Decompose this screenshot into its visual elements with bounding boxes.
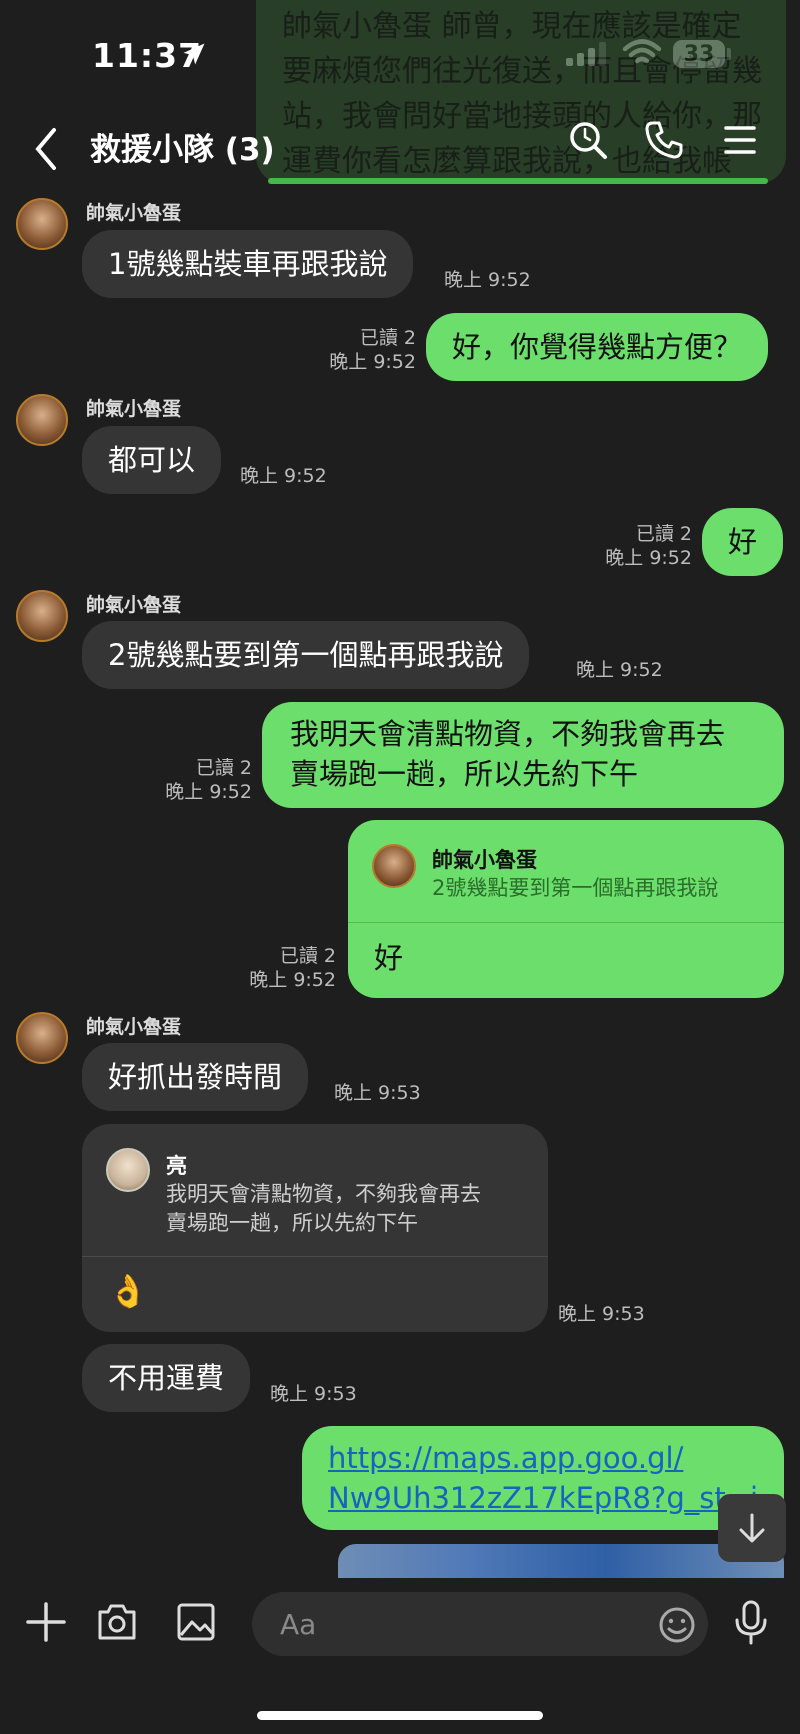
message-line: 我明天會清點物資，不夠我會再去 bbox=[290, 717, 726, 751]
message-bubble[interactable]: 好，你覺得幾點方便？ bbox=[426, 313, 769, 381]
quote-divider bbox=[348, 922, 784, 923]
read-receipt: 已讀 2 bbox=[635, 523, 692, 545]
chat-title[interactable]: 救援小隊 (3) bbox=[90, 124, 275, 169]
arrow-down-icon bbox=[739, 1513, 765, 1543]
message-time: 晚上 9:52 bbox=[576, 659, 663, 681]
chevron-left-icon[interactable] bbox=[32, 124, 62, 174]
phone-icon[interactable] bbox=[644, 120, 684, 160]
search-icon[interactable] bbox=[568, 120, 608, 160]
chat-header: 救援小隊 (3) bbox=[0, 110, 800, 194]
message-bubble[interactable]: 1號幾點裝車再跟我說 bbox=[82, 230, 414, 298]
message-time: 晚上 9:53 bbox=[334, 1082, 421, 1104]
sender-name: 帥氣小魯蛋 bbox=[86, 398, 182, 420]
emoji-ok-hand: 👌 bbox=[108, 1272, 148, 1310]
quoted-avatar bbox=[372, 844, 416, 888]
message-time: 晚上 9:52 bbox=[165, 781, 252, 803]
emoji-icon[interactable] bbox=[658, 1606, 696, 1644]
reply-message-card[interactable]: 亮 我明天會清點物資，不夠我會再去 賣場跑一趟，所以先約下午 👌 bbox=[82, 1124, 548, 1332]
quoted-sender: 帥氣小魯蛋 bbox=[432, 848, 537, 872]
message-time: 晚上 9:52 bbox=[240, 465, 327, 487]
quote-divider bbox=[82, 1256, 548, 1257]
message-time: 晚上 9:53 bbox=[558, 1303, 645, 1325]
message-time: 晚上 9:52 bbox=[249, 969, 336, 991]
location-arrow-icon bbox=[183, 43, 205, 65]
read-receipt: 已讀 2 bbox=[359, 327, 416, 349]
camera-icon[interactable] bbox=[96, 1602, 138, 1642]
avatar[interactable] bbox=[16, 198, 68, 250]
link-message-bubble[interactable]: https://maps.app.goo.gl/ Nw9Uh312zZ17kEp… bbox=[302, 1426, 784, 1530]
quoted-sender: 亮 bbox=[166, 1154, 187, 1178]
message-line: 賣場跑一趟，所以先約下午 bbox=[290, 757, 639, 791]
avatar[interactable] bbox=[16, 1012, 68, 1064]
read-receipt: 已讀 2 bbox=[195, 757, 252, 779]
sender-name: 帥氣小魯蛋 bbox=[86, 202, 182, 224]
plus-icon[interactable] bbox=[26, 1602, 66, 1642]
message-bubble[interactable]: 不用運費 bbox=[82, 1344, 251, 1412]
avatar[interactable] bbox=[16, 590, 68, 642]
sender-name: 帥氣小魯蛋 bbox=[86, 1016, 182, 1038]
message-time: 晚上 9:52 bbox=[329, 351, 416, 373]
message-link[interactable]: Nw9Uh312zZ17kEpR8?g_st=i bbox=[328, 1478, 758, 1518]
scroll-to-bottom-button[interactable] bbox=[718, 1494, 786, 1562]
avatar[interactable] bbox=[16, 394, 68, 446]
message-bubble[interactable]: 都可以 bbox=[82, 426, 222, 494]
reply-message-card[interactable]: 帥氣小魯蛋 2號幾點要到第一個點再跟我說 好 bbox=[348, 820, 784, 998]
quoted-text: 2號幾點要到第一個點再跟我說 bbox=[432, 876, 719, 900]
message-bubble[interactable]: 好抓出發時間 bbox=[82, 1043, 309, 1111]
message-link[interactable]: https://maps.app.goo.gl/ bbox=[328, 1438, 758, 1478]
menu-icon[interactable] bbox=[724, 124, 756, 156]
message-bubble[interactable]: 好 bbox=[702, 508, 784, 576]
sender-name: 帥氣小魯蛋 bbox=[86, 594, 182, 616]
quoted-text: 我明天會清點物資，不夠我會再去 bbox=[166, 1182, 481, 1206]
home-indicator bbox=[257, 1711, 543, 1720]
message-time: 晚上 9:52 bbox=[444, 269, 531, 291]
mic-icon[interactable] bbox=[734, 1600, 768, 1646]
quoted-avatar bbox=[106, 1148, 150, 1192]
image-icon[interactable] bbox=[176, 1602, 216, 1642]
read-receipt: 已讀 2 bbox=[279, 945, 336, 967]
quoted-text: 賣場跑一趟，所以先約下午 bbox=[166, 1211, 418, 1235]
message-time: 晚上 9:53 bbox=[270, 1383, 357, 1405]
message-time: 晚上 9:52 bbox=[605, 547, 692, 569]
message-bubble[interactable]: 2號幾點要到第一個點再跟我說 bbox=[82, 621, 530, 689]
message-bubble[interactable]: 我明天會清點物資，不夠我會再去 賣場跑一趟，所以先約下午 bbox=[262, 702, 784, 808]
message-text: 好 bbox=[374, 941, 404, 975]
message-input[interactable]: Aa bbox=[252, 1592, 708, 1656]
